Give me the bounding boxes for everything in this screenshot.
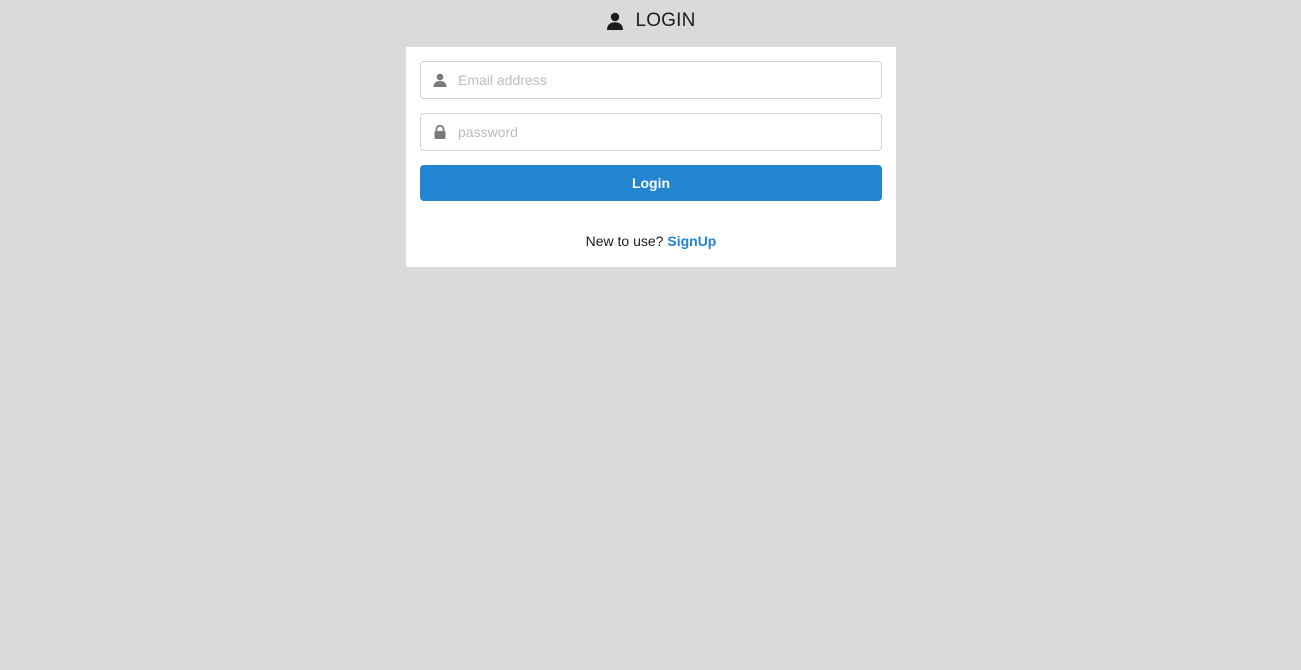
signup-link[interactable]: SignUp — [667, 233, 716, 249]
email-input[interactable] — [458, 62, 873, 98]
lock-icon — [432, 124, 448, 140]
password-input[interactable] — [458, 114, 873, 150]
page-title: LOGIN — [635, 10, 696, 31]
password-field[interactable] — [420, 113, 882, 151]
page-header: LOGIN — [0, 8, 1301, 34]
signup-prompt: New to use? — [585, 233, 664, 249]
signup-row: New to use? SignUp — [406, 233, 896, 249]
email-field[interactable] — [420, 61, 882, 99]
login-button[interactable]: Login — [420, 165, 882, 201]
user-icon — [432, 72, 448, 88]
user-icon — [605, 11, 625, 31]
login-card: Login New to use? SignUp — [406, 47, 896, 267]
